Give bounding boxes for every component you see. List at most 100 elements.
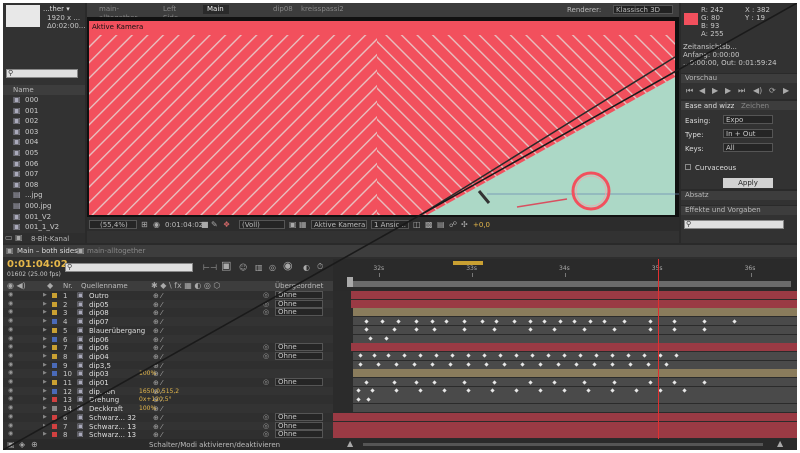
parent-select[interactable]: Ohne [275, 299, 323, 308]
layer-track-bar[interactable] [353, 325, 797, 334]
twirl-icon[interactable]: ▶ [43, 318, 47, 324]
layer-name[interactable]: Schwarz... 13 [89, 431, 136, 439]
eye-icon[interactable]: ◉ [8, 404, 13, 411]
eye-icon[interactable]: ◉ [8, 335, 13, 342]
layer-row[interactable]: ◉ ▶ 8 ▣ dip04 ⊕ ⁄ ◎ Ohne [3, 351, 333, 361]
folder-icon[interactable]: ▭ [5, 234, 13, 242]
pick-whip-icon[interactable]: ◎ [263, 300, 269, 308]
viewer-tab[interactable]: Main – both sides [203, 5, 229, 40]
label-color-swatch[interactable] [52, 301, 57, 307]
twirl-icon[interactable]: ▶ [43, 336, 47, 342]
comp-canvas[interactable]: Aktive Kamera [87, 17, 679, 217]
project-item[interactable]: ▣ 001_1_V2 [3, 222, 85, 232]
eye-icon[interactable]: ◉ [8, 422, 13, 429]
project-item[interactable]: ▣ 006 [3, 159, 85, 169]
pick-whip-icon[interactable]: ◎ [263, 352, 269, 360]
layer-row[interactable]: ◉ ▶ 7 ▣ Schwarz... 13 ⊕ ⁄ ◎ Ohne [3, 421, 333, 431]
footer-flow-icon[interactable]: ⊕ [31, 441, 38, 449]
toggle-pixel-icon[interactable]: ◫ [413, 221, 421, 229]
pick-whip-icon[interactable]: ◎ [263, 308, 269, 316]
layer-track-bar[interactable] [353, 334, 797, 343]
project-item[interactable]: ▣ 001 [3, 106, 85, 116]
project-search-input[interactable]: ⚲ [6, 69, 78, 78]
shy-layers-icon[interactable]: ☺ [239, 264, 247, 272]
first-frame-icon[interactable]: ⏮ [686, 87, 693, 95]
transparency-grid-icon[interactable]: ▦ [299, 221, 307, 229]
flowchart-icon[interactable]: ☍ [449, 221, 457, 229]
comp-name[interactable]: ...ther ▾ [43, 5, 70, 13]
project-item[interactable]: ▣ 003 [3, 127, 85, 137]
layer-track-bar[interactable] [353, 404, 797, 413]
show-snapshot-icon[interactable]: ✎ [211, 221, 218, 229]
resolution-select[interactable]: (Voll) [239, 220, 285, 229]
project-item[interactable]: ▣ 007 [3, 169, 85, 179]
twirl-icon[interactable]: ▶ [43, 292, 47, 298]
label-color-swatch[interactable] [52, 423, 57, 429]
camera-snapshot-icon[interactable]: ◉ [153, 221, 160, 229]
label-color-swatch[interactable] [52, 371, 57, 377]
twirl-icon[interactable]: ▶ [43, 431, 47, 437]
play-icon[interactable]: ▶ [712, 87, 718, 95]
twirl-icon[interactable]: ▶ [43, 423, 47, 429]
position-value[interactable]: 1650,0,515,2 [139, 388, 179, 395]
twirl-icon[interactable]: ▶ [43, 344, 47, 350]
eye-icon[interactable]: ◉ [8, 343, 13, 350]
zoom-out-icon[interactable]: ▲ [347, 440, 353, 448]
layer-track-bar[interactable] [353, 395, 797, 404]
column-parent[interactable]: Übergeordnet [275, 282, 323, 290]
twirl-icon[interactable]: ▶ [43, 405, 47, 411]
draft-3d-icon[interactable]: ▣ [221, 260, 231, 271]
label-color-swatch[interactable] [52, 345, 57, 351]
views-layout-select[interactable]: 1 Ansic... [371, 220, 409, 229]
footer-expand-icon[interactable]: ◈ [19, 441, 25, 449]
layer-row[interactable]: ◉ ▶ 2 ▣ dip05 ⊕ ⁄ ◎ Ohne [3, 299, 333, 309]
twirl-icon[interactable]: ▶ [43, 309, 47, 315]
work-area-bar[interactable] [347, 281, 791, 287]
twirl-icon[interactable]: ▶ [43, 388, 47, 394]
twirl-icon[interactable]: ▶ [43, 379, 47, 385]
label-color-swatch[interactable] [52, 362, 57, 368]
timeline-search-input[interactable]: ⚲ [65, 263, 193, 272]
channel-icon[interactable]: ❖ [223, 221, 230, 229]
label-color-swatch[interactable] [52, 327, 57, 333]
twirl-icon[interactable]: ▶ [43, 396, 47, 402]
audio-icon[interactable]: ◀) [753, 87, 762, 95]
parent-select[interactable]: Ohne [275, 421, 323, 430]
project-item[interactable]: ▣ 000 [3, 95, 85, 105]
tab-ease-and-wizz[interactable]: Ease and wizz [685, 102, 734, 110]
time-ruler[interactable]: 32s33s34s35s36s [333, 259, 797, 291]
preview-tab[interactable]: Vorschau [681, 74, 797, 83]
curvaceous-checkbox[interactable] [685, 164, 691, 170]
type-select[interactable]: In + Out [723, 129, 773, 138]
eye-icon[interactable]: ◉ [8, 291, 13, 298]
layer-track-bar[interactable] [353, 378, 797, 386]
work-area-start-marker[interactable] [347, 277, 353, 287]
layer-row[interactable]: ◉ ▶ 3 ▣ dip08 ⊕ ⁄ ◎ Ohne [3, 308, 333, 318]
keys-select[interactable]: All [723, 143, 773, 152]
layer-row[interactable]: ◉ ▶ 11 ▣ dip01 ⊕ ⁄ ◎ Ohne [3, 378, 333, 387]
frame-blending-icon[interactable]: ▥ [255, 264, 263, 272]
label-color-swatch[interactable] [52, 353, 57, 359]
viewer-timecode[interactable]: 0:01:04:02 [165, 221, 203, 229]
column-source-name[interactable]: Quellenname [81, 282, 128, 290]
column-nr[interactable]: Nr. [63, 282, 73, 290]
loop-icon[interactable]: ⟳ [769, 87, 776, 95]
graph-editor-icon[interactable]: ◐ [303, 264, 310, 272]
parent-select[interactable]: Ohne [275, 430, 323, 439]
pick-whip-icon[interactable]: ◎ [263, 430, 269, 438]
label-color-swatch[interactable] [52, 388, 57, 394]
clock-icon[interactable]: ⏱ [317, 263, 323, 271]
new-comp-icon[interactable]: ▣ [15, 234, 23, 242]
eye-icon[interactable]: ◉ [8, 361, 13, 368]
project-item[interactable]: ▣ 002 [3, 116, 85, 126]
eye-icon[interactable]: ◉ [8, 326, 13, 333]
region-of-interest-icon[interactable]: ▣ [289, 221, 297, 229]
motion-blur-icon[interactable]: ◎ [269, 264, 276, 272]
magnification-select[interactable]: (55,4%) [89, 220, 137, 229]
fast-preview-icon[interactable]: ▩ [425, 221, 433, 229]
view-select[interactable]: Aktive Kamera [311, 220, 367, 229]
label-color-swatch[interactable] [52, 336, 57, 342]
renderer-select[interactable]: Klassisch 3D [613, 5, 673, 14]
twirl-icon[interactable]: ▶ [43, 370, 47, 376]
layer-row[interactable]: ◉ ▶ 6 ▣ Schwarz... 32 ⊕ ⁄ ◎ Ohne [3, 412, 333, 422]
